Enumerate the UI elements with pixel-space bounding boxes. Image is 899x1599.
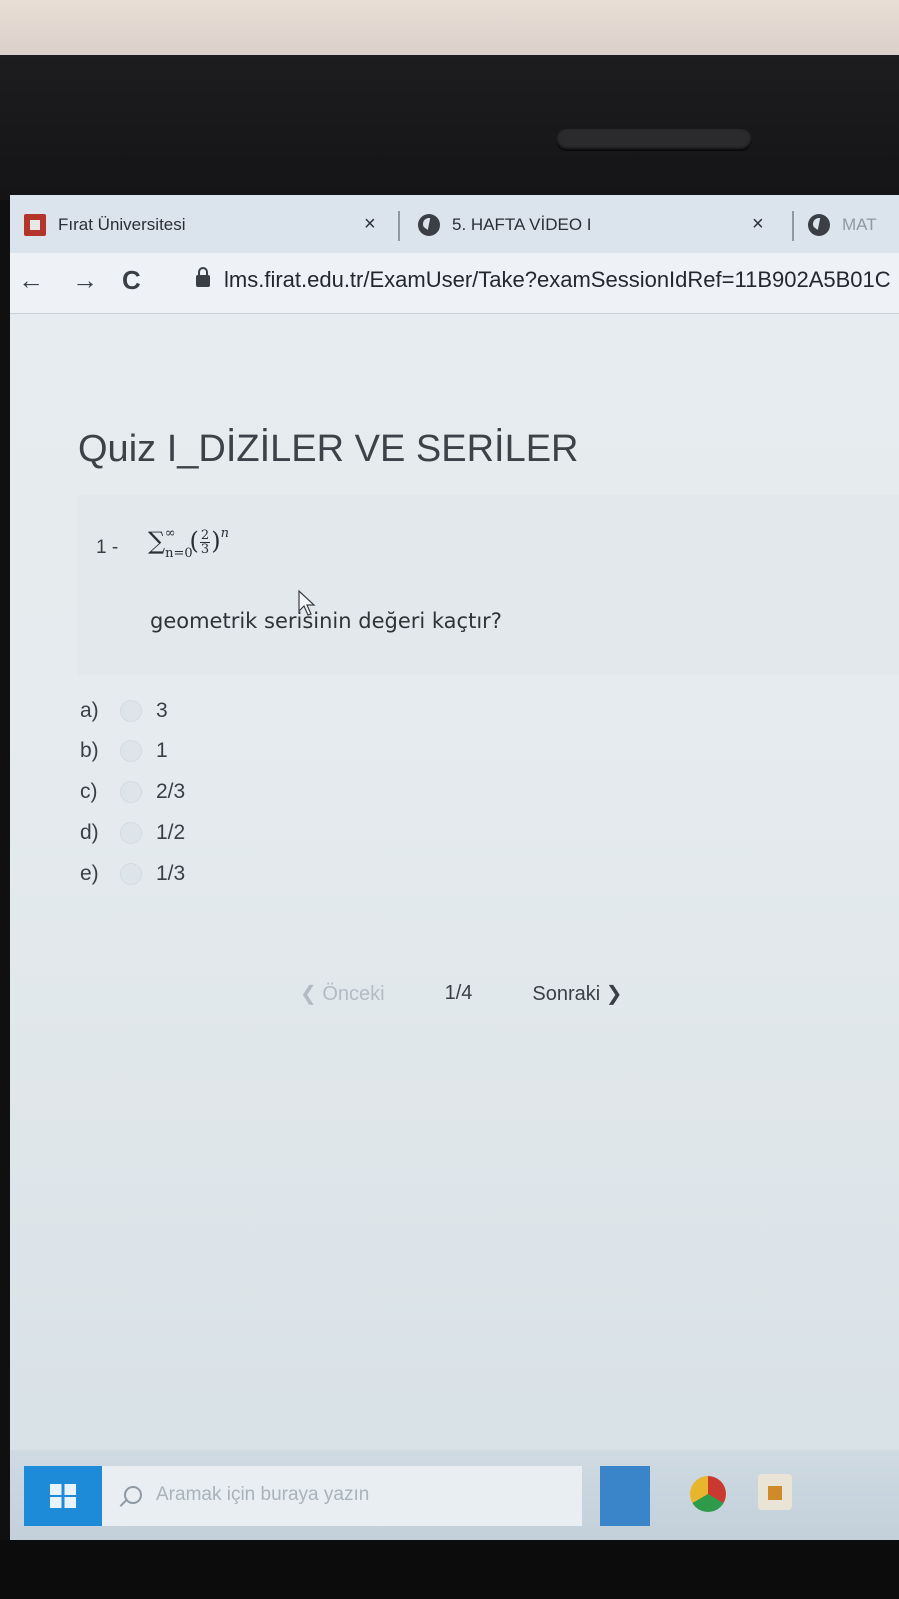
option-letter: b) <box>80 739 99 762</box>
background-wall <box>0 0 899 60</box>
tab-title: MAT <box>842 215 877 234</box>
search-icon <box>124 1486 142 1504</box>
question-formula: ∑n=0∞(2 3)n <box>148 526 229 561</box>
tab-divider <box>398 211 400 241</box>
sum-lower-bound: n=0 <box>165 546 193 561</box>
option-value: 1 <box>156 739 168 762</box>
answer-option-c[interactable]: c) 2/3 <box>80 776 185 808</box>
tab-close-icon[interactable]: × <box>364 213 376 236</box>
exponent: n <box>220 526 229 541</box>
fraction-numerator: 2 <box>199 528 211 543</box>
question-card: 1 - ∑n=0∞(2 3)n geometrik serisinin değer… <box>78 495 899 675</box>
monitor-bezel <box>0 55 899 200</box>
answer-option-a[interactable]: a) 3 <box>80 695 168 727</box>
option-letter: e) <box>80 862 99 885</box>
sum-upper-bound: ∞ <box>164 526 176 541</box>
answer-option-e[interactable]: e) 1/3 <box>80 858 185 890</box>
page-indicator: 1/4 <box>444 981 473 1004</box>
windows-logo-icon <box>50 1484 76 1508</box>
option-letter: d) <box>80 821 99 844</box>
windows-taskbar: Aramak için buraya yazın <box>10 1450 899 1540</box>
tab-firat-universitesi[interactable]: Fırat Üniversitesi × <box>24 205 394 245</box>
globe-icon <box>418 214 440 236</box>
browser-tab-bar: Fırat Üniversitesi × 5. HAFTA VİDEO I × … <box>10 195 899 253</box>
option-letter: a) <box>80 699 99 722</box>
tab-mat[interactable]: MAT <box>808 205 899 245</box>
option-radio[interactable] <box>120 740 142 762</box>
tab-hafta-video[interactable]: 5. HAFTA VİDEO I × <box>418 205 788 245</box>
option-radio[interactable] <box>120 822 142 844</box>
reload-icon[interactable]: C <box>122 265 141 296</box>
option-letter: c) <box>80 780 98 803</box>
option-value: 3 <box>156 699 168 722</box>
chevron-right-icon: ❯ <box>600 982 623 1005</box>
previous-button[interactable]: ❮ Önceki <box>300 981 385 1006</box>
page-title: Quiz I_DİZİLER VE SERİLER <box>78 428 579 471</box>
globe-icon <box>808 214 830 236</box>
store-icon[interactable] <box>758 1474 792 1510</box>
search-placeholder: Aramak için buraya yazın <box>156 1484 370 1505</box>
fraction: 23 <box>199 528 211 557</box>
option-value: 1/2 <box>156 821 186 844</box>
back-arrow-icon[interactable]: ← <box>18 265 44 296</box>
monitor-bottom-bezel <box>0 1540 899 1599</box>
option-radio[interactable] <box>120 863 142 885</box>
university-favicon-icon <box>24 214 46 236</box>
tab-close-icon[interactable]: × <box>752 213 764 236</box>
tab-title: 5. HAFTA VİDEO I <box>452 215 592 234</box>
previous-label: Önceki <box>322 982 385 1005</box>
taskbar-search[interactable]: Aramak için buraya yazın <box>102 1466 582 1526</box>
lock-icon <box>196 267 210 287</box>
answer-option-b[interactable]: b) 1 <box>80 735 168 767</box>
screen: Fırat Üniversitesi × 5. HAFTA VİDEO I × … <box>10 195 899 1540</box>
start-button[interactable] <box>24 1466 102 1526</box>
next-button[interactable]: Sonraki ❯ <box>532 981 622 1006</box>
answer-option-d[interactable]: d) 1/2 <box>80 817 185 849</box>
mouse-cursor-icon <box>298 590 316 616</box>
task-view-button[interactable] <box>600 1466 650 1526</box>
option-radio[interactable] <box>120 781 142 803</box>
pagination: ❮ Önceki 1/4 Sonraki ❯ <box>300 975 623 1011</box>
webcam-bar <box>556 129 752 151</box>
tab-divider <box>792 211 794 241</box>
chevron-left-icon: ❮ <box>300 982 323 1005</box>
option-value: 2/3 <box>156 780 186 803</box>
forward-arrow-icon[interactable]: → <box>72 265 98 296</box>
address-bar: ← → C lms.firat.edu.tr/ExamUser/Take?exa… <box>10 253 899 314</box>
question-text: geometrik serisinin değeri kaçtır? <box>150 609 502 633</box>
tab-title: Fırat Üniversitesi <box>58 215 186 234</box>
sigma-symbol: ∑ <box>148 527 166 555</box>
chrome-icon[interactable] <box>690 1476 726 1512</box>
question-number: 1 - <box>96 537 119 558</box>
next-label: Sonraki <box>532 982 601 1005</box>
url-field[interactable]: lms.firat.edu.tr/ExamUser/Take?examSessi… <box>224 267 891 293</box>
fraction-denominator: 3 <box>200 542 210 557</box>
option-value: 1/3 <box>156 862 186 885</box>
option-radio[interactable] <box>120 700 142 722</box>
